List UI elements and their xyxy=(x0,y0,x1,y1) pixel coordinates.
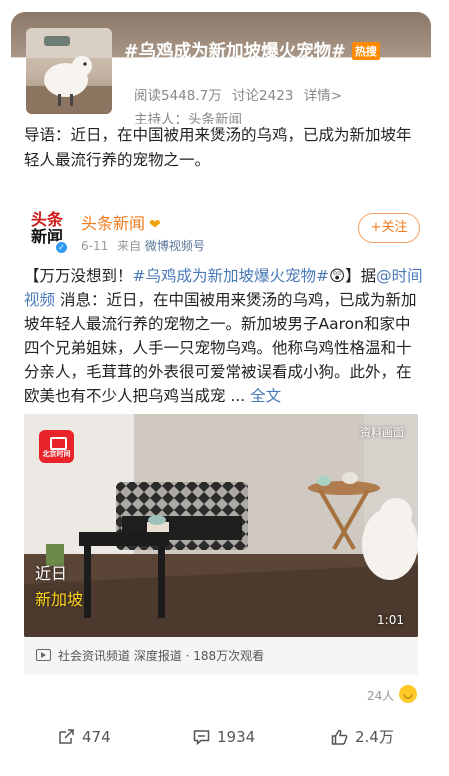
grin-emoji-icon: ◡ xyxy=(399,685,417,703)
like-button[interactable]: 2.4万 xyxy=(331,722,394,752)
topic-stats: 阅读5448.7万 讨论2423 详情> xyxy=(134,84,348,104)
comment-button[interactable]: 1934 xyxy=(193,722,255,752)
post-source-link[interactable]: 微博视频号 xyxy=(145,239,205,253)
avatar[interactable]: 头条 新闻 ✓ xyxy=(24,208,70,255)
post-meta: 6-11 来自 微博视频号 xyxy=(81,237,205,254)
avatar-logo-line1: 头条 xyxy=(30,210,63,229)
discussion-count: 讨论2423 xyxy=(232,88,294,104)
post-body: 【万万没想到！#乌鸡成为新加坡爆火宠物#😲】据@时间视频 消息：近日，在中国被用… xyxy=(24,264,424,408)
action-bar: 474 1934 2.4万 xyxy=(0,722,449,752)
video-info-bar[interactable]: 社会资讯频道 深度报道 · 188万次观看 xyxy=(24,637,418,675)
video-info-text: 社会资讯频道 深度报道 · 188万次观看 xyxy=(58,649,265,663)
post-body-mid: 😲】据 xyxy=(329,267,377,285)
tv-icon xyxy=(36,649,51,661)
topic-details-link[interactable]: 详情> xyxy=(304,88,342,104)
topic-thumbnail xyxy=(26,28,112,114)
comment-icon xyxy=(193,730,210,745)
post-body-text: 消息：近日，在中国被用来煲汤的乌鸡，已成为新加坡年轻人最流行养的宠物之一。新加坡… xyxy=(24,291,417,405)
expand-full-text-link[interactable]: 全文 xyxy=(250,387,281,405)
post-body-open: 【万万没想到！ xyxy=(24,267,133,285)
topic-header[interactable]: #乌鸡成为新加坡爆火宠物# 热搜 阅读5448.7万 讨论2423 详情> 主持人… xyxy=(11,12,431,124)
hot-badge: 热搜 xyxy=(351,42,380,60)
video-duration: 1:01 xyxy=(377,613,404,627)
follow-button[interactable]: +关注 xyxy=(358,213,420,243)
topic-host: 主持人：头条新闻 xyxy=(134,112,242,124)
author-name[interactable]: 头条新闻 ❤ xyxy=(81,210,161,234)
video-player[interactable]: 北京时间 资料画面 近日 新加坡 1:01 xyxy=(24,414,418,637)
video-frame xyxy=(24,414,418,637)
thumbs-up-icon xyxy=(331,729,348,745)
post-from-label: 来自 xyxy=(117,239,142,253)
share-icon xyxy=(59,729,74,744)
topic-lead: 导语：近日，在中国被用来煲汤的乌鸡，已成为新加坡年轻人最流行养的宠物之一。 xyxy=(24,126,412,169)
topic-title[interactable]: #乌鸡成为新加坡爆火宠物# 热搜 xyxy=(124,38,380,63)
post-date: 6-11 xyxy=(81,239,109,253)
reaction-count[interactable]: 24人 xyxy=(367,687,394,704)
video-top-caption: 资料画面 xyxy=(360,426,404,439)
video-caption-line2: 新加坡 xyxy=(35,590,84,609)
hashtag-link[interactable]: #乌鸡成为新加坡爆火宠物# xyxy=(133,267,329,285)
broadcaster-logo: 北京时间 xyxy=(39,430,74,463)
share-button[interactable]: 474 xyxy=(58,722,111,752)
read-count: 阅读5448.7万 xyxy=(134,88,222,104)
medal-icon: ❤ xyxy=(149,217,161,233)
verified-badge-icon: ✓ xyxy=(54,240,69,255)
video-caption-line1: 近日 xyxy=(35,564,68,583)
